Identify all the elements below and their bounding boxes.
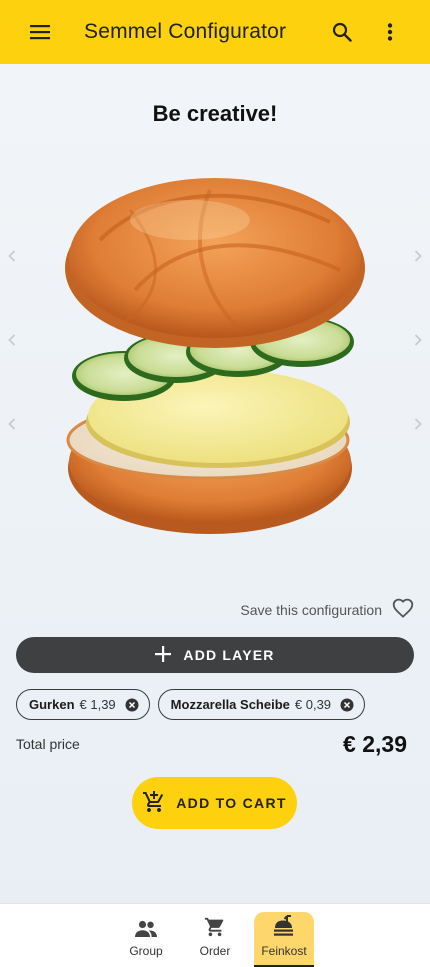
nav-item-feinkost[interactable]: Feinkost xyxy=(254,912,314,967)
layer-chip-name: Mozzarella Scheibe xyxy=(170,697,290,712)
add-layer-button[interactable]: ADD LAYER xyxy=(16,637,414,673)
save-configuration-row[interactable]: Save this configuration xyxy=(240,598,414,622)
remove-circle-icon[interactable] xyxy=(125,698,139,712)
bun-top-prev-arrow-icon[interactable] xyxy=(5,249,19,263)
layer-chip[interactable]: Mozzarella Scheibe € 0,39 xyxy=(157,689,366,720)
layer-2-next-arrow-icon[interactable] xyxy=(411,417,425,431)
group-icon xyxy=(134,912,158,938)
nav-item-label: Group xyxy=(129,944,163,958)
add-layer-label: ADD LAYER xyxy=(183,647,275,663)
plus-icon xyxy=(155,645,172,665)
app-title: Semmel Configurator xyxy=(84,20,287,43)
search-icon[interactable] xyxy=(322,12,362,52)
add-to-cart-label: ADD TO CART xyxy=(176,795,287,811)
layer-chips: Gurken € 1,39 Mozzarella Scheibe € 0,39 xyxy=(16,689,366,720)
total-price-label: Total price xyxy=(16,736,80,752)
menu-icon[interactable] xyxy=(20,12,60,52)
layer-chip[interactable]: Gurken € 1,39 xyxy=(16,689,150,720)
heart-outline-icon[interactable] xyxy=(392,598,414,623)
layer-2-prev-arrow-icon[interactable] xyxy=(5,417,19,431)
add-shopping-cart-icon xyxy=(142,790,166,817)
top-bun xyxy=(65,178,365,348)
nav-item-order[interactable]: Order xyxy=(185,912,245,967)
layer-1-prev-arrow-icon[interactable] xyxy=(5,333,19,347)
add-to-cart-button[interactable]: ADD TO CART xyxy=(132,777,297,829)
layer-chip-price: € 0,39 xyxy=(294,697,332,712)
app-bar: Semmel Configurator xyxy=(0,0,430,64)
food-bank-icon xyxy=(272,912,296,938)
nav-item-label: Feinkost xyxy=(261,944,307,958)
cart-icon xyxy=(204,912,226,938)
nav-item-group[interactable]: Group xyxy=(116,912,176,967)
layer-chip-price: € 1,39 xyxy=(79,697,116,712)
layer-1-next-arrow-icon[interactable] xyxy=(411,333,425,347)
page-headline: Be creative! xyxy=(152,101,278,126)
bottom-navigation: Group Order Feinkost xyxy=(0,903,430,967)
nav-item-label: Order xyxy=(199,944,231,958)
remove-circle-icon[interactable] xyxy=(340,698,354,712)
bun-top-next-arrow-icon[interactable] xyxy=(411,249,425,263)
save-configuration-label: Save this configuration xyxy=(240,602,382,618)
sandwich-preview-image xyxy=(65,178,365,534)
layer-chip-name: Gurken xyxy=(29,697,75,712)
total-price-value: € 2,39 xyxy=(343,731,407,757)
more-vert-icon[interactable] xyxy=(370,12,410,52)
